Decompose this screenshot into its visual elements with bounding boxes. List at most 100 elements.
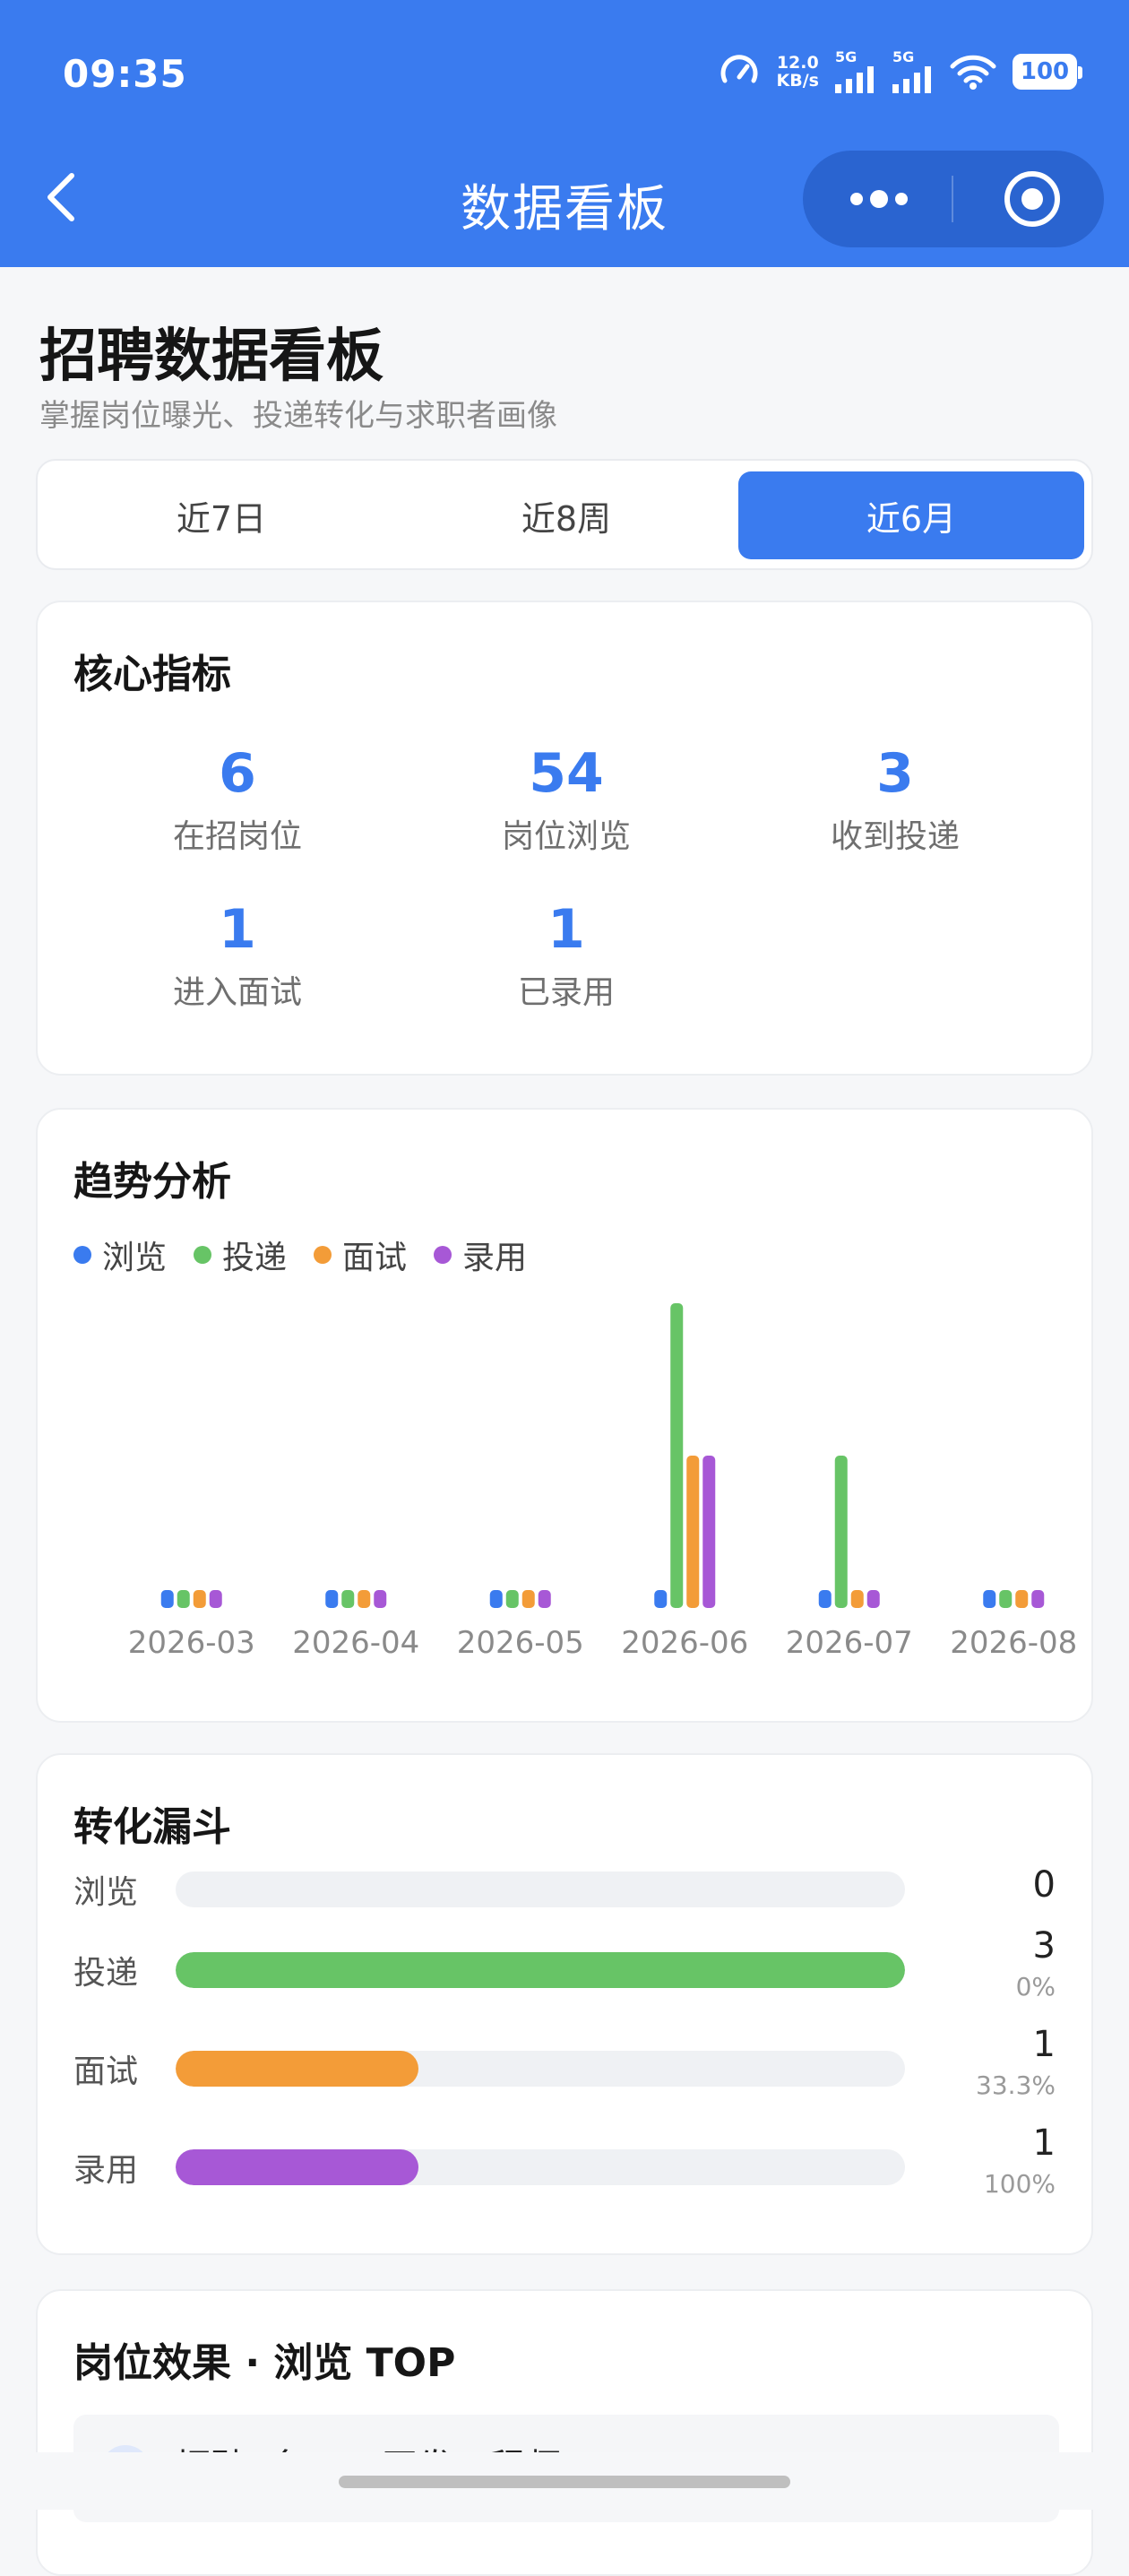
signal-bars-icon [835, 66, 874, 93]
chart-bar [489, 1590, 503, 1608]
chart-bar [160, 1590, 174, 1608]
x-tick-label: 2026-06 [621, 1625, 748, 1661]
legend-item: 浏览 [73, 1232, 167, 1278]
status-icons: 12.0 KB/s 5G 5G 100 [718, 47, 1082, 97]
funnel-track [176, 1871, 905, 1907]
page-subtitle: 掌握岗位曝光、投递转化与求职者画像 [39, 398, 557, 434]
legend-item: 面试 [314, 1232, 407, 1278]
funnel-percent: 33.3% [976, 2070, 1056, 2100]
funnel-label: 面试 [73, 2053, 139, 2090]
chart-bar [1015, 1590, 1029, 1608]
chart-bar [670, 1303, 684, 1608]
funnel-percent: 0% [1015, 1972, 1056, 2001]
chart-bar [325, 1590, 339, 1608]
legend-label: 投递 [222, 1240, 288, 1276]
funnel-card: 转化漏斗 浏览 0 投递 3 0% 面试 1 33.3% 录用 1 100% [36, 1753, 1093, 2255]
chart-bar [374, 1590, 387, 1608]
legend-dot [434, 1246, 452, 1264]
page-title: 招聘数据看板 [39, 324, 384, 390]
trend-bar-chart: 2026-03 2026-04 2026-05 2026-06 2026-07 2026-… [128, 1303, 1077, 1661]
chart-bar [521, 1590, 535, 1608]
metric-value: 6 [219, 742, 256, 805]
funnel-track [176, 2149, 905, 2185]
metric-value: 54 [529, 742, 604, 805]
metric-value: 1 [219, 898, 256, 961]
home-indicator[interactable] [339, 2476, 790, 2488]
status-time: 09:35 [63, 52, 187, 96]
metric-label: 进入面试 [172, 974, 302, 1011]
chart-bar [358, 1590, 371, 1608]
funnel-value: 0 [1032, 1864, 1056, 1906]
funnel-label: 投递 [73, 1955, 139, 1992]
metric-open-positions[interactable]: 6 在招岗位 [90, 742, 385, 857]
funnel-value: 3 [1032, 1925, 1056, 1967]
funnel-fill [176, 2149, 419, 2185]
wifi-icon [950, 55, 996, 90]
trend-title: 趋势分析 [73, 1159, 231, 1205]
signal-bars-icon [892, 66, 931, 93]
legend-dot [314, 1246, 332, 1264]
chart-bar [834, 1456, 848, 1608]
funnel-fill [176, 2051, 419, 2087]
speedometer-icon [720, 55, 757, 83]
core-metrics-card: 核心指标 6 在招岗位 54 岗位浏览 3 收到投递 1 进入面试 1 已录用 [36, 601, 1093, 1076]
x-tick-label: 2026-08 [950, 1625, 1077, 1661]
legend-item: 投递 [194, 1232, 287, 1278]
metric-label: 收到投递 [830, 818, 960, 855]
chart-bar [866, 1590, 880, 1608]
x-tick-label: 2026-05 [457, 1625, 584, 1661]
metric-applications[interactable]: 3 收到投递 [747, 742, 1043, 857]
funnel-label: 浏览 [73, 1874, 139, 1911]
chart-bar [505, 1590, 519, 1608]
chart-bar [1031, 1590, 1045, 1608]
legend-label: 面试 [342, 1240, 408, 1276]
metric-job-views[interactable]: 54 岗位浏览 [418, 742, 714, 857]
legend-label: 浏览 [102, 1240, 168, 1276]
metric-label: 岗位浏览 [501, 818, 631, 855]
more-dots-icon[interactable] [848, 183, 910, 215]
funnel-fill [176, 1952, 905, 1988]
chart-bar [654, 1590, 668, 1608]
chart-bar [686, 1456, 700, 1608]
chart-bar [177, 1590, 190, 1608]
chart-bar [983, 1590, 996, 1608]
legend-label: 录用 [462, 1240, 528, 1276]
period-tabs: 近7日 近8周 近6月 [36, 459, 1093, 570]
signal-strength-1: 5G [835, 50, 876, 93]
funnel-value: 1 [1032, 2122, 1056, 2164]
metric-interviews[interactable]: 1 进入面试 [90, 898, 385, 1013]
metric-value: 1 [547, 898, 585, 961]
funnel-label: 录用 [73, 2152, 139, 2189]
legend-item: 录用 [434, 1232, 527, 1278]
chart-bar [850, 1590, 864, 1608]
x-tick-label: 2026-03 [128, 1625, 255, 1661]
battery-indicator: 100 [1013, 54, 1082, 90]
chart-bar [193, 1590, 206, 1608]
legend-dot [194, 1246, 212, 1264]
metric-hired[interactable]: 1 已录用 [418, 898, 714, 1013]
chart-bar [341, 1590, 355, 1608]
chart-bar [818, 1590, 832, 1608]
funnel-track [176, 1952, 905, 1988]
chart-legend: 浏览 投递 面试 录用 [73, 1232, 527, 1278]
target-circle-icon[interactable] [1002, 169, 1063, 229]
top-jobs-title: 岗位效果 · 浏览 TOP [73, 2340, 456, 2386]
metric-label: 已录用 [517, 974, 615, 1011]
funnel-percent: 100% [983, 2169, 1056, 2199]
tab-7-days[interactable]: 近7日 [48, 471, 394, 559]
core-metrics-title: 核心指标 [73, 652, 231, 697]
tab-6-months[interactable]: 近6月 [738, 471, 1084, 559]
signal-strength-2: 5G [892, 50, 934, 93]
app-header: 09:35 12.0 KB/s 5G 5G 100 数据看板 [0, 0, 1129, 267]
tab-8-weeks[interactable]: 近8周 [393, 471, 739, 559]
capsule-divider [952, 176, 953, 222]
mini-program-capsule [803, 151, 1104, 247]
funnel-track [176, 2051, 905, 2087]
net-speed: 12.0 KB/s [776, 53, 819, 91]
chart-bar [702, 1456, 716, 1608]
x-tick-label: 2026-04 [292, 1625, 419, 1661]
x-tick-label: 2026-07 [786, 1625, 913, 1661]
metric-label: 在招岗位 [172, 818, 302, 855]
trend-card: 趋势分析 浏览 投递 面试 录用 2026-03 2026-04 2026-05 2026-… [36, 1108, 1093, 1723]
metric-value: 3 [876, 742, 914, 805]
